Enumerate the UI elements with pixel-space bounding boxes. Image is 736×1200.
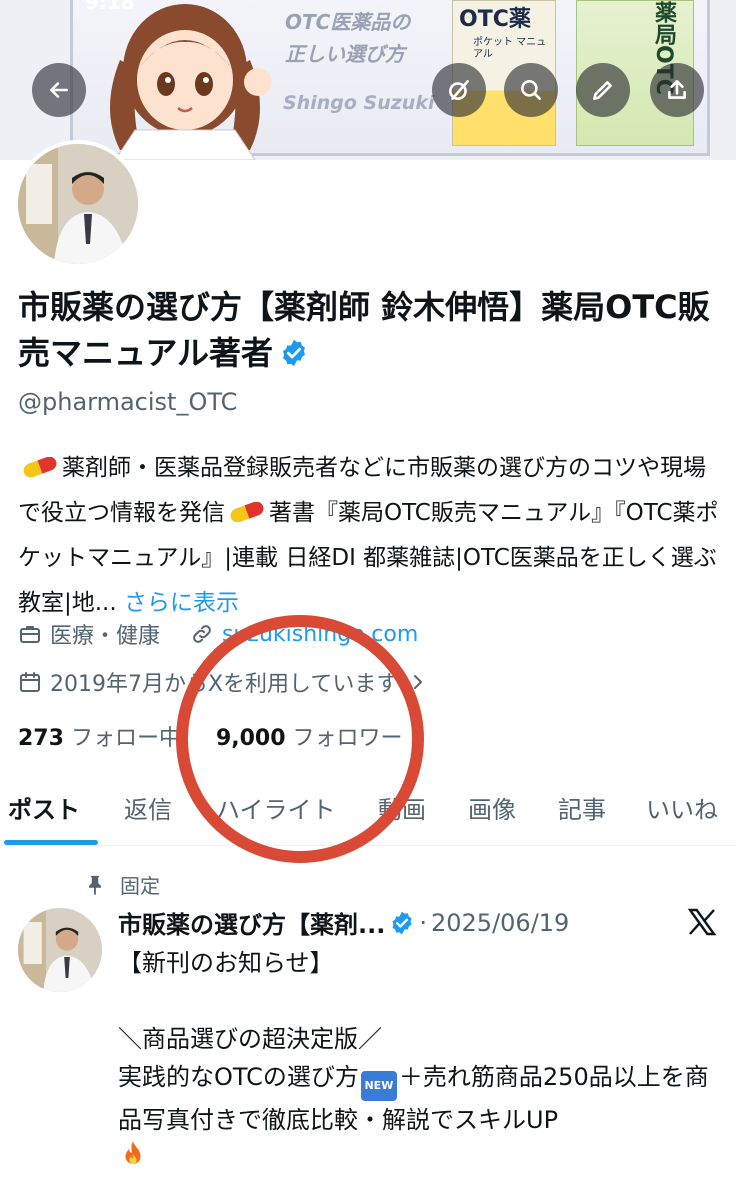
grok-button[interactable]: [432, 63, 486, 117]
post-author-name[interactable]: 市販薬の選び方【薬剤...: [118, 905, 385, 940]
banner-headline-1: OTC医薬品の: [285, 10, 411, 34]
post-header: 市販薬の選び方【薬剤... · 2025/06/19: [118, 905, 569, 940]
post-line-1: 【新刊のお知らせ】: [118, 949, 334, 977]
share-icon: [668, 80, 686, 99]
pin-icon: [89, 875, 101, 895]
verified-badge-icon: [283, 339, 306, 367]
profile-handle: @pharmacist_OTC: [18, 388, 238, 416]
post-avatar-photo: [18, 908, 102, 992]
active-tab-indicator: [4, 840, 98, 845]
pill-icon: [23, 457, 57, 477]
tab-replies[interactable]: 返信: [124, 790, 172, 825]
profile-name-text: 市販薬の選び方【薬剤師 鈴木伸悟】薬局OTC販売マニュアル著者: [18, 288, 710, 372]
verified-badge-icon: [392, 911, 412, 934]
banner-illustration: [110, 4, 272, 160]
grok-icon: [449, 80, 469, 100]
profile-bio: 薬剤師・医薬品登録販売者などに市販薬の選び方のコツや現場で役立つ情報を発信 著書『…: [18, 446, 723, 626]
arrow-left-icon: [50, 82, 68, 98]
status-time: 9:18: [85, 0, 135, 14]
following-count: 273: [18, 726, 64, 751]
tab-likes[interactable]: いいね: [646, 790, 718, 825]
show-more-link[interactable]: さらに表示: [124, 590, 239, 616]
back-button[interactable]: [32, 63, 86, 117]
post-separator: ·: [419, 908, 427, 937]
avatar-photo: [18, 144, 138, 264]
calendar-icon: [20, 672, 40, 692]
x-logo-icon[interactable]: [686, 906, 718, 938]
book1-title: OTC薬: [459, 7, 531, 32]
search-icon: [521, 80, 541, 100]
pill-icon: [230, 502, 264, 522]
profile-name: 市販薬の選び方【薬剤師 鈴木伸悟】薬局OTC販売マニュアル著者: [18, 284, 723, 376]
pencil-icon: [593, 81, 612, 100]
post-line-3a: 実践的なOTCの選び方: [118, 1063, 359, 1091]
search-button[interactable]: [504, 63, 558, 117]
post-date[interactable]: 2025/06/19: [431, 909, 569, 937]
edit-button[interactable]: [576, 63, 630, 117]
tab-articles[interactable]: 記事: [558, 790, 606, 825]
tab-posts[interactable]: ポスト: [8, 790, 80, 825]
book1-subtitle: ポケット マニュアル: [473, 37, 547, 60]
link-icon: [193, 625, 211, 643]
share-button[interactable]: [650, 63, 704, 117]
pinned-label: 固定: [120, 874, 160, 898]
banner-headline-2: 正しい選び方: [285, 42, 405, 66]
new-badge-icon: NEW: [360, 1071, 397, 1101]
fire-icon: [125, 1141, 141, 1164]
post-line-2: ＼商品選びの超決定版／: [118, 1025, 382, 1053]
tab-images[interactable]: 画像: [468, 790, 516, 825]
post-author-avatar[interactable]: [18, 908, 102, 992]
profile-avatar[interactable]: [14, 140, 142, 268]
following-label: フォロー中: [70, 726, 181, 751]
post-body[interactable]: 【新刊のお知らせ】 ＼商品選びの超決定版／ 実践的なOTCの選び方 NEW ＋売れ筋商品…: [118, 944, 723, 1180]
banner-author: Shingo Suzuki: [283, 92, 435, 114]
briefcase-icon: [20, 626, 40, 643]
pinned-label-row: 固定: [84, 870, 160, 899]
red-circle-annotation: [176, 615, 424, 863]
following-link[interactable]: 273 フォロー中: [18, 726, 181, 751]
profile-category: 医療・健康: [50, 624, 161, 649]
post-line-3: 実践的なOTCの選び方 NEW ＋売れ筋商品250品以上を商品写真付きで徹底比較・解…: [118, 1058, 723, 1139]
